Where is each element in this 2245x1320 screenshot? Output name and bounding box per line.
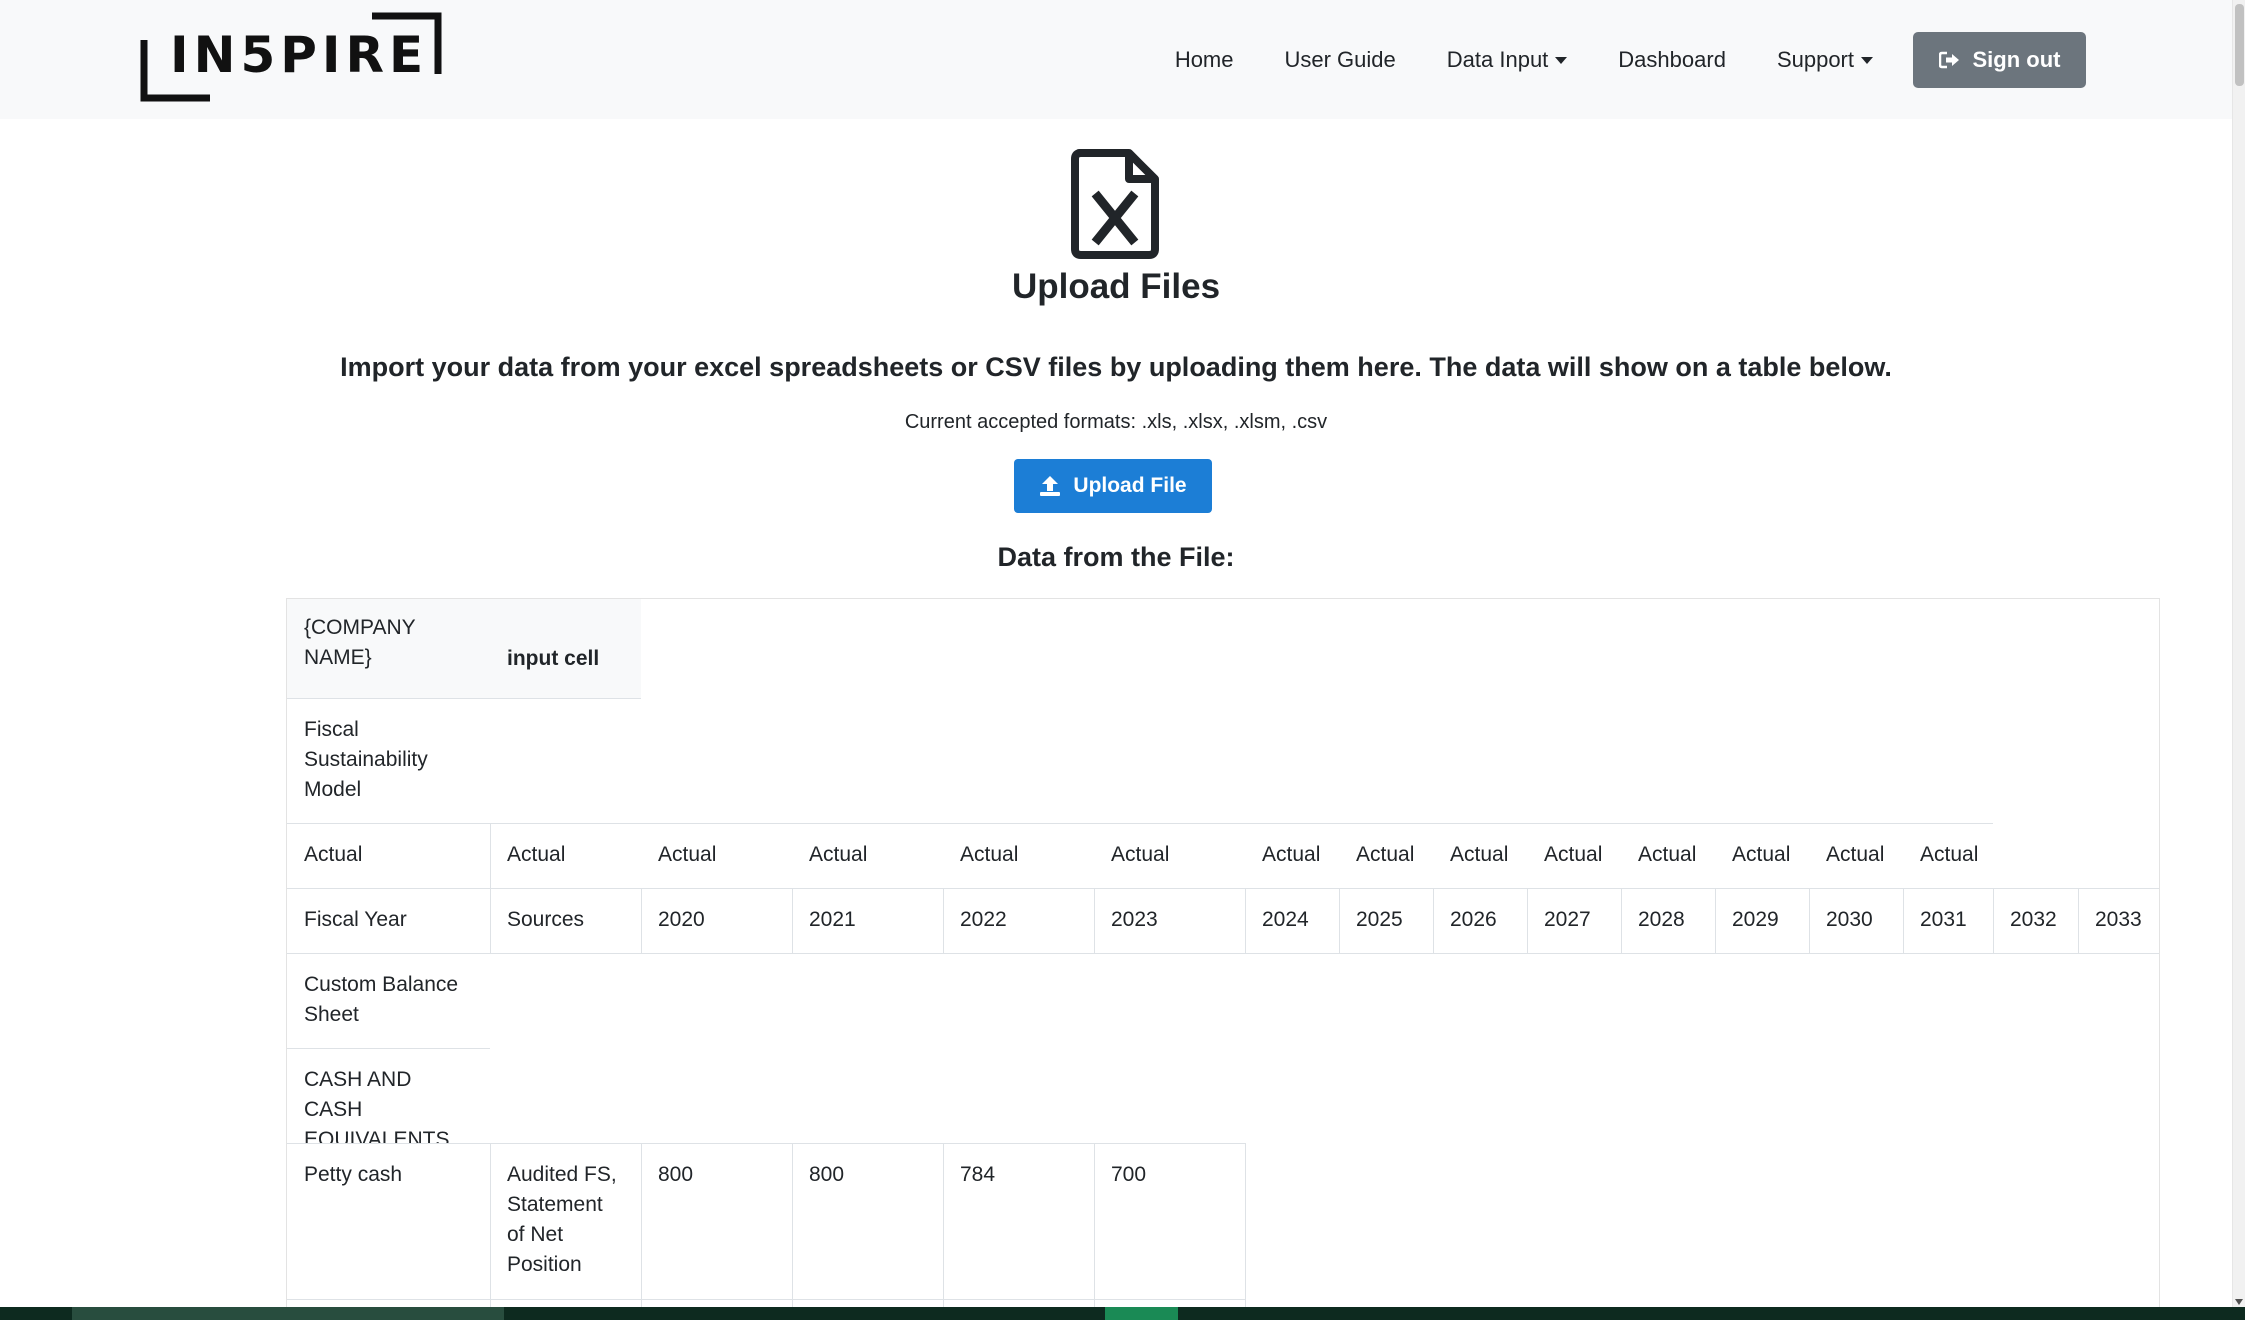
table-divider — [1433, 888, 1434, 953]
table-cell: Actual — [1450, 843, 1509, 866]
table-divider — [1903, 888, 1904, 953]
table-cell: 2022 — [960, 908, 1007, 931]
table-cell: 800 — [658, 1163, 694, 1186]
table-cell: 2023 — [1111, 908, 1158, 931]
table-divider — [792, 888, 793, 953]
upload-file-button[interactable]: Upload File — [1014, 459, 1212, 513]
table-cell: Actual — [1638, 843, 1697, 866]
table-cell: Fiscal Year — [304, 908, 407, 931]
table-divider — [287, 953, 2159, 954]
nav-links: Home User Guide Data Input Dashboard Sup… — [1124, 0, 2232, 119]
table-cell-company-name: {COMPANY NAME} — [287, 599, 490, 698]
table-cell: Actual — [1262, 843, 1321, 866]
accepted-formats: Current accepted formats: .xls, .xlsx, .… — [904, 411, 1328, 433]
os-taskbar — [0, 1307, 2245, 1320]
nav-dashboard[interactable]: Dashboard — [1618, 47, 1726, 73]
table-cell-custom-balance-sheet: Custom Balance Sheet — [304, 973, 459, 1026]
table-divider — [1094, 1143, 1095, 1320]
table-divider — [1245, 888, 1246, 953]
table-cell: 784 — [960, 1163, 996, 1186]
scrollbar-thumb[interactable] — [2235, 4, 2244, 86]
table-cell: Actual — [1544, 843, 1603, 866]
inspire-logo[interactable]: IN5PIRE — [140, 12, 442, 102]
table-cell: 2032 — [2010, 908, 2057, 931]
table-cell: 2021 — [809, 908, 856, 931]
table-cell: Actual — [1920, 843, 1979, 866]
nav-data-input-dropdown[interactable]: Data Input — [1447, 47, 1568, 73]
table-cell: Actual — [1826, 843, 1885, 866]
upload-file-label: Upload File — [1073, 474, 1187, 497]
table-cell: Petty cash — [304, 1163, 403, 1186]
sign-out-button[interactable]: Sign out — [1913, 31, 2086, 88]
table-divider — [792, 1143, 793, 1320]
table-divider — [1993, 888, 1994, 953]
taskbar-window-item[interactable] — [72, 1307, 504, 1320]
table-cell: 2031 — [1920, 908, 1967, 931]
table-cell-input-cell: input cell — [490, 599, 641, 698]
table-divider — [1621, 888, 1622, 953]
sign-out-icon — [1938, 51, 1959, 68]
table-cell: Actual — [304, 843, 363, 866]
caret-down-icon — [1861, 57, 1873, 64]
table-cell: Actual — [1732, 843, 1791, 866]
data-section-title: Data from the File: — [997, 542, 1235, 572]
table-divider — [490, 823, 491, 953]
table-cell: Audited FS, Statement of Net Position — [507, 1163, 617, 1276]
table-cell: 800 — [809, 1163, 845, 1186]
navbar: IN5PIRE Home User Guide Data Input Dashb… — [0, 0, 2232, 119]
upload-icon — [1040, 476, 1061, 496]
table-divider — [490, 1143, 491, 1320]
scroll-down-arrow-icon[interactable] — [2235, 1299, 2243, 1305]
table-cell: 2028 — [1638, 908, 1685, 931]
upload-instructions: Import your data from your excel spreads… — [340, 352, 1892, 382]
table-divider — [1527, 888, 1528, 953]
table-cell: 2024 — [1262, 908, 1309, 931]
table-cell: Actual — [507, 843, 566, 866]
table-divider — [943, 1143, 944, 1320]
table-cell: Actual — [1356, 843, 1415, 866]
table-divider — [2078, 888, 2079, 953]
nav-user-guide[interactable]: User Guide — [1285, 47, 1396, 73]
table-cell: 2026 — [1450, 908, 1497, 931]
table-divider — [1809, 888, 1810, 953]
table-cell: 2027 — [1544, 908, 1591, 931]
table-divider — [1715, 888, 1716, 953]
table-divider — [1094, 888, 1095, 953]
page-scrollbar[interactable] — [2232, 0, 2245, 1307]
table-cell: 2020 — [658, 908, 705, 931]
table-cell-model-title: Fiscal Sustainability Model — [304, 718, 428, 801]
svg-text:IN5PIRE: IN5PIRE — [170, 26, 428, 84]
table-divider — [641, 1143, 642, 1320]
table-cell-cash-header: CASH AND CASH EQUIVALENTS — [304, 1068, 450, 1143]
table-divider — [943, 888, 944, 953]
table-cell: Actual — [809, 843, 868, 866]
page-title: Upload Files — [1011, 267, 1221, 306]
nav-data-input-label: Data Input — [1446, 46, 1549, 72]
table-divider — [1339, 888, 1340, 953]
nav-support-label: Support — [1776, 46, 1854, 72]
sign-out-label: Sign out — [1972, 46, 2061, 72]
table-divider — [1245, 1143, 1246, 1320]
excel-file-icon — [1071, 149, 1159, 259]
table-cell: 2033 — [2095, 908, 2142, 931]
nav-support-dropdown[interactable]: Support — [1777, 47, 1873, 73]
table-cell: Actual — [658, 843, 717, 866]
table-cell: Actual — [1111, 843, 1170, 866]
table-divider — [641, 888, 642, 953]
caret-down-icon — [1555, 57, 1568, 64]
table-cell: 2029 — [1732, 908, 1779, 931]
table-cell: 700 — [1111, 1163, 1147, 1186]
taskbar-app-item[interactable] — [1105, 1307, 1178, 1320]
table-cell: Sources — [507, 908, 585, 931]
data-table: {COMPANY NAME} input cell Fiscal Sustain… — [286, 598, 2160, 1320]
nav-home[interactable]: Home — [1175, 47, 1234, 73]
table-cell: 2025 — [1356, 908, 1403, 931]
table-cell: Actual — [960, 843, 1019, 866]
table-divider — [287, 1299, 1245, 1300]
table-cell: 2030 — [1826, 908, 1873, 931]
